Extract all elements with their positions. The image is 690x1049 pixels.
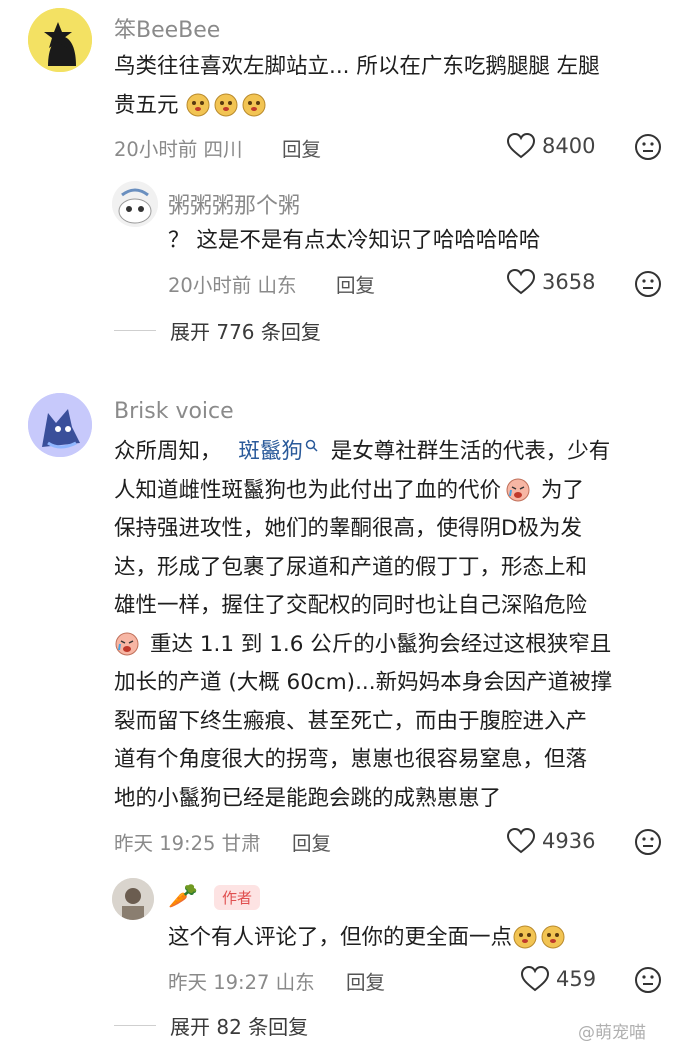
- emoji-face-icon: [186, 93, 210, 116]
- comment-line: 重达 1.1 到 1.6 公斤的小鬣狗会经过这根狭窄且: [114, 626, 674, 665]
- emoji-face-icon: [513, 925, 537, 949]
- author-tag: 作者: [214, 885, 261, 910]
- reply-button[interactable]: 回复: [292, 827, 331, 856]
- comment-line: 贵五元: [114, 87, 674, 126]
- comment-line: 地的小鬣狗已经是能跑会跳的成熟崽崽了: [114, 785, 502, 811]
- like-button[interactable]: 8400: [506, 132, 595, 160]
- comment-text: 众所周知， 斑鬣狗 是女尊社群生活的代表，少有 人知道雌性斑鬣狗也为此付出了血的…: [114, 433, 674, 818]
- heart-outline-icon: [506, 132, 536, 159]
- comment-line: 加长的产道 (大概 60cm)...新妈妈本身会因产道被撑: [114, 670, 613, 695]
- comment-line: 人知道雌性斑鬣狗也为此付出了血的代价 为了: [114, 477, 585, 503]
- heart-outline-icon: [520, 965, 550, 992]
- avatar-zhou[interactable]: [112, 181, 158, 227]
- meh-face-icon[interactable]: [634, 966, 662, 994]
- comment-line: 保持强进攻性，她们的睾酮很高，使得阴D极为发: [114, 516, 583, 541]
- like-button[interactable]: 3658: [506, 268, 595, 296]
- like-count: 459: [556, 967, 597, 991]
- avatar-author[interactable]: [112, 878, 154, 920]
- emoji-face-icon: [541, 925, 565, 949]
- comment-line-segment: 是女尊社群生活的代表，少有: [330, 439, 611, 464]
- reply-username[interactable]: 粥粥粥那个粥: [168, 188, 300, 220]
- expand-replies-button[interactable]: 展开 776 条回复: [114, 316, 321, 345]
- comment-line: 雄性一样，握住了交配权的同时也让自己深陷危险: [114, 593, 588, 618]
- reply-username[interactable]: 🥕: [168, 882, 198, 910]
- crying-face-emoji-icon: [506, 478, 530, 501]
- avatar-beebee[interactable]: [28, 8, 92, 72]
- emoji-face-icon: [214, 93, 238, 116]
- comment-line: 达，形成了包裹了尿道和产道的假丁丁，形态上和: [114, 554, 588, 580]
- watermark: @萌宠喵: [578, 1023, 646, 1043]
- comment-text: 鸟类往往喜欢左脚站立... 所以在广东吃鹅腿腿 左腿 贵五元: [114, 48, 674, 125]
- like-button[interactable]: 4936: [506, 827, 595, 855]
- comment-line: 众所周知， 斑鬣狗 是女尊社群生活的代表，少有: [114, 433, 674, 472]
- avatar-brisk[interactable]: [28, 393, 92, 457]
- heart-outline-icon: [506, 268, 536, 295]
- comment-line: 裂而留下终生瘢痕、甚至死亡，而由于腹腔进入产: [114, 708, 588, 734]
- reply-meta: 20小时前 山东: [168, 274, 297, 297]
- meh-face-icon[interactable]: [634, 828, 662, 856]
- expand-label: 展开 82 条回复: [170, 1015, 309, 1039]
- expand-label: 展开 776 条回复: [170, 320, 321, 344]
- like-count: 4936: [542, 829, 596, 853]
- reply-button[interactable]: 回复: [336, 269, 375, 298]
- comment-meta: 20小时前 四川: [114, 138, 243, 161]
- reply-button[interactable]: 回复: [282, 133, 321, 162]
- divider: [114, 1025, 156, 1026]
- meh-face-icon[interactable]: [634, 270, 662, 298]
- like-count: 3658: [542, 270, 596, 294]
- reply-meta: 昨天 19:27 山东: [168, 971, 315, 994]
- comment-line: 道有个角度很大的拐弯，崽崽也很容易窒息，但落: [114, 747, 588, 772]
- like-button[interactable]: 459: [520, 965, 596, 993]
- reply-text: 这个有人评论了，但你的更全面一点: [168, 919, 568, 958]
- emoji-face-icon: [242, 93, 266, 116]
- reply-button[interactable]: 回复: [346, 966, 385, 995]
- comment-meta: 昨天 19:25 甘肃: [114, 832, 261, 855]
- like-count: 8400: [542, 134, 596, 158]
- topic-link[interactable]: 斑鬣狗: [238, 439, 318, 464]
- search-icon: [305, 439, 318, 452]
- reply-text: ？ 这是不是有点太冷知识了哈哈哈哈哈: [168, 228, 541, 253]
- divider: [114, 330, 156, 331]
- comment-line: 鸟类往往喜欢左脚站立... 所以在广东吃鹅腿腿 左腿: [114, 54, 600, 79]
- comment-line-segment: 众所周知，: [114, 439, 222, 464]
- expand-replies-button[interactable]: 展开 82 条回复: [114, 1011, 308, 1040]
- username[interactable]: 笨BeeBee: [114, 12, 220, 44]
- heart-outline-icon: [506, 827, 536, 854]
- username[interactable]: Brisk voice: [114, 399, 234, 424]
- crying-face-emoji-icon: [115, 632, 139, 655]
- meh-face-icon[interactable]: [634, 133, 662, 161]
